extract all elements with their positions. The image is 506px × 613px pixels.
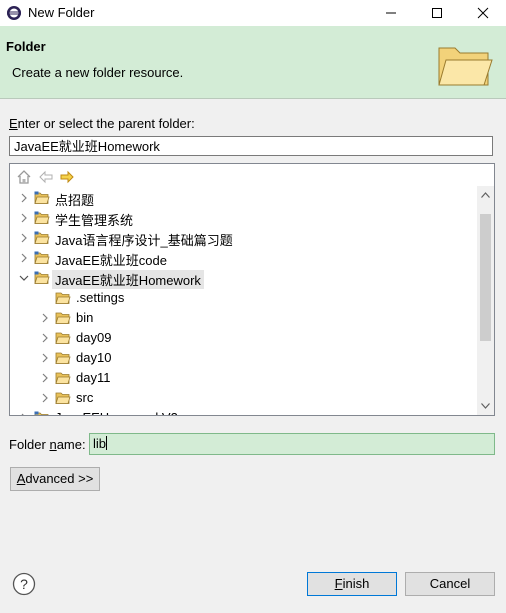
close-button[interactable]: [460, 0, 506, 26]
window-title: New Folder: [28, 5, 95, 20]
mnemonic-n: n: [49, 437, 57, 452]
folder-icon: [55, 352, 71, 364]
tree-item[interactable]: bin: [10, 308, 480, 328]
parent-label-text: nter or select the parent folder:: [17, 116, 195, 131]
folder-icon: [55, 332, 71, 344]
finish-label: inish: [342, 576, 370, 591]
tree-item-label: JavaEEHomeworkV2: [55, 410, 178, 415]
tree-item-label: src: [76, 390, 94, 405]
folder-tree[interactable]: 点招题学生管理系统 Java语言程序设计_基础篇习题 JavaEE就业班code Ja…: [9, 163, 495, 416]
chevron-right-icon[interactable]: [19, 233, 29, 243]
forward-icon[interactable]: [59, 169, 75, 188]
cancel-button[interactable]: Cancel: [405, 572, 495, 596]
folder-icon: [55, 292, 71, 304]
tree-item[interactable]: 点招题: [10, 188, 480, 208]
project-folder-icon: [34, 231, 50, 244]
tree-item[interactable]: .settings: [10, 288, 480, 308]
tree-item-label: JavaEE就业班code: [55, 253, 167, 268]
wizard-banner: Folder Create a new folder resource.: [0, 26, 506, 99]
tree-item-label: JavaEE就业班Homework: [52, 270, 204, 289]
project-folder-icon: [34, 191, 50, 204]
parent-folder-label: Enter or select the parent folder:: [9, 116, 195, 131]
project-folder-icon: [34, 251, 50, 264]
back-icon[interactable]: [38, 169, 54, 188]
scrollbar-thumb[interactable]: [480, 214, 491, 341]
tree-item-label: day11: [76, 370, 111, 385]
tree-item[interactable]: Java语言程序设计_基础篇习题: [10, 228, 480, 248]
tree-item-label: bin: [76, 310, 94, 325]
mnemonic-e: E: [9, 116, 18, 131]
tree-item-label: day10: [76, 350, 112, 365]
tree-item[interactable]: day09: [10, 328, 480, 348]
tree-item[interactable]: JavaEE就业班code: [10, 248, 480, 268]
tree-item-label: .settings: [76, 290, 125, 305]
chevron-right-icon[interactable]: [19, 213, 29, 223]
folder-open-large-icon: [436, 40, 494, 90]
parent-folder-input[interactable]: JavaEE就业班Homework: [9, 136, 493, 156]
tree-item[interactable]: 学生管理系统: [10, 208, 480, 228]
tree-item[interactable]: JavaEE就业班Homework: [10, 268, 480, 289]
project-folder-icon: [34, 211, 50, 224]
chevron-down-icon[interactable]: [19, 273, 29, 283]
advanced-button[interactable]: Advanced >>: [10, 467, 100, 491]
chevron-right-icon[interactable]: [19, 253, 29, 263]
chevron-right-icon[interactable]: [40, 313, 50, 323]
minimize-icon: [386, 12, 396, 14]
chevron-right-icon[interactable]: [19, 413, 29, 416]
banner-description: Create a new folder resource.: [12, 65, 184, 80]
folder-icon: [55, 372, 71, 384]
close-icon: [477, 7, 489, 19]
tree-item-label: Java语言程序设计_基础篇习题: [55, 233, 233, 248]
folder-name-input[interactable]: lib: [89, 433, 495, 455]
tree-item-label: day09: [76, 330, 112, 345]
folder-name-value: lib: [93, 436, 107, 451]
chevron-right-icon[interactable]: [40, 393, 50, 403]
scroll-down-icon[interactable]: [481, 403, 490, 409]
maximize-button[interactable]: [414, 0, 460, 26]
folder-name-label-rest: ame:: [56, 437, 86, 452]
advanced-label: dvanced >>: [25, 471, 94, 486]
tree-item[interactable]: JavaEEHomeworkV2: [10, 408, 480, 416]
maximize-icon: [432, 8, 442, 18]
chevron-right-icon[interactable]: [40, 373, 50, 383]
tree-item[interactable]: day11: [10, 368, 480, 388]
home-icon[interactable]: [16, 169, 32, 188]
help-icon[interactable]: ?: [12, 572, 36, 596]
eclipse-icon: [6, 5, 22, 21]
project-folder-icon: [34, 271, 50, 284]
tree-item[interactable]: src: [10, 388, 480, 408]
title-bar: New Folder: [0, 0, 506, 26]
folder-name-label-prefix: Folder: [9, 437, 50, 452]
tree-item-label: 点招题: [55, 193, 95, 208]
folder-icon: [55, 392, 71, 404]
mnemonic-f: F: [334, 576, 343, 591]
minimize-button[interactable]: [368, 0, 414, 26]
finish-button[interactable]: Finish: [307, 572, 397, 596]
chevron-right-icon[interactable]: [19, 193, 29, 203]
tree-item[interactable]: day10: [10, 348, 480, 368]
chevron-right-icon[interactable]: [40, 333, 50, 343]
text-caret: [106, 436, 108, 450]
folder-name-label: Folder name:: [9, 437, 86, 452]
scroll-up-icon[interactable]: [481, 192, 490, 198]
tree-item-label: 学生管理系统: [55, 213, 134, 228]
chevron-right-icon[interactable]: [40, 353, 50, 363]
project-folder-icon: [34, 411, 49, 415]
tree-vertical-scrollbar[interactable]: [477, 186, 494, 415]
banner-title: Folder: [6, 39, 46, 54]
folder-icon: [55, 312, 71, 324]
svg-text:?: ?: [20, 576, 28, 592]
